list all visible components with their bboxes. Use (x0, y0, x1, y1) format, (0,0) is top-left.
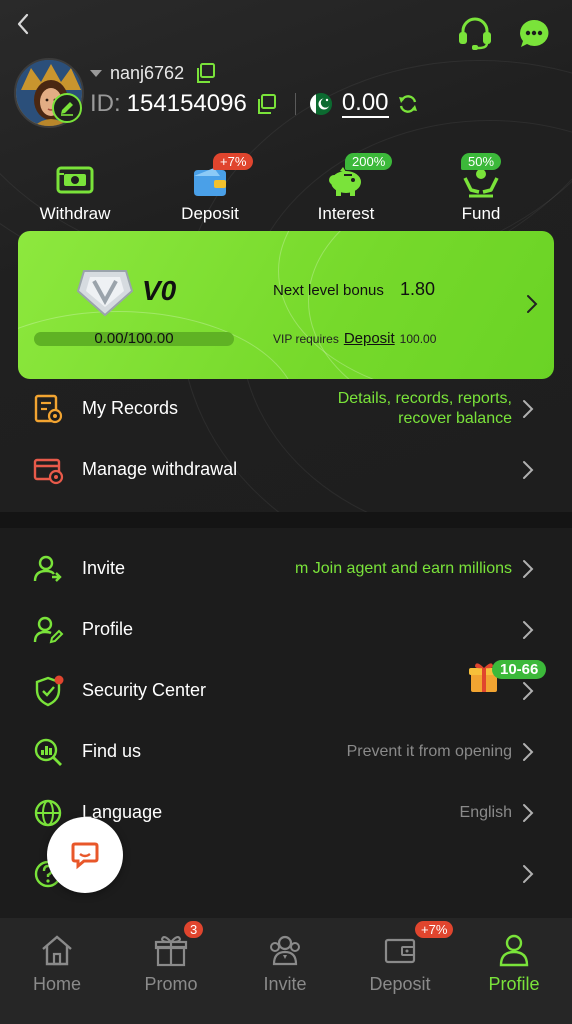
username-row: nanj6762 (90, 62, 216, 84)
tab-label: Promo (144, 974, 198, 994)
tab-label: Home (32, 974, 81, 994)
chat-bubble-icon (520, 19, 549, 47)
chevron-right-icon (523, 621, 534, 639)
vip-requirement: VIP requires Deposit 100.00 (273, 330, 436, 347)
vip-badge-icon (76, 270, 134, 317)
vip-level: V0 (142, 275, 177, 306)
live-chat-button[interactable] (47, 817, 123, 893)
menu-hint: Prevent it from opening (346, 743, 512, 760)
home-icon (42, 935, 72, 966)
next-level-bonus-label: Next level bonus (273, 282, 384, 299)
menu-label: My Records (82, 398, 179, 418)
copy-username-icon[interactable] (194, 62, 216, 84)
vip-progress-text: 0.00/100.00 (94, 330, 174, 347)
avatar-edit-button[interactable] (52, 93, 82, 123)
vip-card[interactable]: V0 0.00/100.00 Next level bonus 1.80 VIP… (18, 231, 554, 379)
globe-icon (34, 799, 62, 827)
chevron-right-icon (523, 865, 534, 883)
quick-action-withdraw[interactable]: Withdraw (15, 150, 135, 230)
wallet-icon (384, 938, 416, 964)
security-reward-badge: 10-66 (492, 660, 547, 679)
tab-label: Profile (488, 974, 540, 994)
tab-label: Invite (263, 974, 307, 994)
chevron-right-icon (523, 400, 534, 418)
fund-badge: 50% (461, 153, 502, 170)
deposit-bonus-badge: +7% (213, 153, 254, 170)
chevron-right-icon (523, 743, 534, 761)
chevron-right-icon (523, 804, 534, 822)
section-divider (0, 512, 572, 528)
menu-invite[interactable]: Invite m Join agent and earn millions (0, 539, 572, 599)
menu-label: Find us (82, 741, 142, 761)
person-icon (499, 934, 529, 967)
vip-requires-label: VIP requires (273, 332, 339, 346)
tab-deposit[interactable]: +7% Deposit (343, 918, 457, 1018)
speech-bubble-icon (71, 842, 99, 870)
card-wave (308, 231, 554, 379)
bottom-tab-bar: Home 3 Promo Invite +7% Deposit Profile (0, 918, 572, 1024)
chevron-right-icon (523, 682, 534, 700)
chevron-right-icon (523, 560, 534, 578)
records-icon (34, 394, 63, 424)
menu-label: Manage withdrawal (82, 459, 238, 479)
divider (294, 93, 296, 115)
quick-action-label: Fund (461, 204, 501, 223)
tab-invite[interactable]: Invite (228, 918, 342, 1018)
invite-icon (33, 555, 62, 582)
manage-withdrawal-icon (33, 458, 64, 485)
pakistan-flag-icon (309, 93, 332, 115)
balance-amount[interactable]: 0.00 (341, 90, 389, 118)
chevron-right-icon (527, 295, 538, 313)
find-us-icon (34, 738, 62, 766)
menu-label: Profile (82, 619, 134, 639)
tab-profile[interactable]: Profile (457, 918, 571, 1018)
menu-hint: Details, records, reports, recover balan… (337, 390, 512, 427)
menu-my-records[interactable]: My Records Details, records, reports, re… (0, 379, 572, 439)
pencil-icon (61, 102, 73, 116)
quick-action-interest[interactable]: 200% Interest (286, 150, 406, 230)
people-icon (270, 935, 300, 966)
id-label: ID: (90, 90, 121, 117)
headset-icon (459, 17, 491, 50)
deposit-bonus-badge: +7% (415, 921, 454, 938)
menu-label: Invite (82, 558, 126, 578)
quick-action-deposit[interactable]: +7% Deposit (150, 150, 270, 230)
username: nanj6762 (110, 62, 185, 83)
copy-id-icon[interactable] (255, 93, 277, 115)
vip-deposit-link[interactable]: Deposit (344, 330, 395, 347)
tab-home[interactable]: Home (0, 918, 114, 1018)
gift-icon (154, 936, 188, 967)
quick-action-label: Deposit (181, 204, 239, 223)
quick-action-fund[interactable]: 50% Fund (421, 150, 541, 230)
menu-manage-withdrawal[interactable]: Manage withdrawal (0, 440, 572, 500)
vip-requires-amount: 100.00 (399, 332, 437, 346)
caret-down-icon[interactable] (90, 69, 102, 77)
messages-button[interactable] (518, 18, 550, 50)
interest-badge: 200% (345, 153, 393, 170)
back-button[interactable] (12, 10, 36, 38)
chevron-left-icon (17, 13, 29, 35)
menu-find-us[interactable]: Find us Prevent it from opening (0, 722, 572, 782)
shield-icon (35, 675, 64, 707)
quick-action-label: Withdraw (39, 204, 111, 223)
promo-count-badge: 3 (184, 921, 204, 938)
next-level-bonus-value: 1.80 (400, 279, 436, 299)
customer-service-button[interactable] (456, 16, 494, 50)
refresh-icon[interactable] (397, 93, 419, 115)
id-balance-row: ID: 154154096 0.00 (90, 90, 419, 118)
chevron-right-icon (523, 461, 534, 479)
profile-edit-icon (33, 616, 64, 644)
withdraw-icon (56, 166, 94, 194)
user-id: 154154096 (126, 90, 247, 117)
tab-label: Deposit (369, 974, 431, 994)
menu-hint: m Join agent and earn millions (294, 560, 512, 577)
quick-actions: Withdraw +7% Deposit 200% Interest 50% F… (0, 150, 572, 230)
menu-profile[interactable]: Profile (0, 600, 572, 660)
tab-promo[interactable]: 3 Promo (114, 918, 228, 1018)
menu-hint: English (459, 804, 512, 821)
quick-action-label: Interest (317, 204, 375, 223)
menu-label: Security Center (82, 680, 207, 700)
